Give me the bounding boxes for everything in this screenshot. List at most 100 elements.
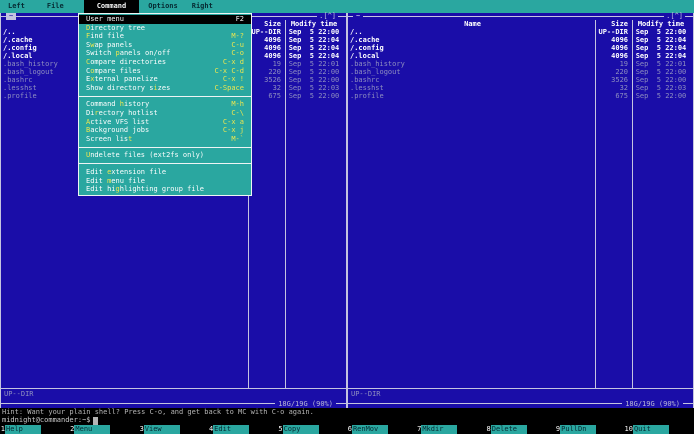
file-row-cache[interactable]: /.cache 4096 Sep 5 22:04: [348, 36, 693, 44]
name-column-header[interactable]: Name: [348, 20, 595, 28]
menu-item-compare-directories[interactable]: Compare directories C-x d: [79, 58, 251, 67]
menu-item-compare-files[interactable]: Co mpare files C-x C-d: [79, 67, 251, 76]
fkey-label: Mkdir: [421, 425, 458, 434]
mtime-column-header[interactable]: Modify time: [285, 20, 343, 28]
panel-history-button[interactable]: .[^]: [317, 13, 338, 20]
fkey-copy[interactable]: 5 Copy: [278, 425, 347, 434]
right-panel: ~ .[^] Name Size Modify time /.. UP--DIR Sep 5 …: [347, 13, 694, 408]
menu-item-edit-menu-file[interactable]: Edit m enu file: [79, 177, 251, 186]
menu-item-switch-panels-on-off[interactable]: Switch p anels on/off C-o: [79, 49, 251, 58]
file-mtime: Sep 5 22:00: [635, 76, 687, 84]
menu-item-shortcut: M-`: [231, 134, 244, 143]
fkey-quit[interactable]: 10 Quit: [625, 425, 694, 434]
mtime-column-header[interactable]: Modify time: [632, 20, 690, 28]
file-row-bashrc[interactable]: .bashrc 3526 Sep 5 22:00: [348, 76, 693, 84]
menu-item-external-panelize[interactable]: Ex ternal panelize C-x !: [79, 75, 251, 84]
menubar-item-command[interactable]: Command: [83, 0, 140, 13]
mini-status: UP--DIR: [351, 390, 381, 398]
menu-item-shortcut: C-o: [231, 49, 244, 58]
file-size: UP--DIR: [598, 28, 628, 36]
fkey-view[interactable]: 3 View: [139, 425, 208, 434]
menubar-item-right[interactable]: Right: [192, 0, 213, 13]
panel-bottom-frame: 18G/19G (90%): [1, 400, 346, 408]
fkey-edit[interactable]: 4 Edit: [208, 425, 277, 434]
menu-item-user-menu[interactable]: User menu F2: [79, 15, 251, 24]
file-mtime: Sep 5 22:00: [635, 68, 687, 76]
size-column-header[interactable]: Size: [248, 20, 285, 28]
fkey-label: View: [143, 425, 180, 434]
panel-history-button[interactable]: .[^]: [664, 13, 685, 20]
fkey-renmov[interactable]: 6 RenMov: [347, 425, 416, 434]
file-size: 220: [615, 68, 628, 76]
file-mtime: Sep 5 22:04: [288, 44, 340, 52]
command-menu-dropdown: User menu F2 Directory tree Find file M-? Sw a…: [78, 13, 252, 196]
file-name: /.config: [350, 44, 384, 52]
column-separator: [285, 20, 286, 388]
file-row-profile[interactable]: .profile 675 Sep 5 22:00: [348, 92, 693, 100]
menu-item-swap-panels[interactable]: Sw ap panels C-u: [79, 41, 251, 50]
mini-status: UP--DIR: [4, 390, 34, 398]
file-mtime: Sep 5 22:04: [635, 44, 687, 52]
file-size: 32: [272, 84, 281, 92]
fkey-delete[interactable]: 8 Delete: [486, 425, 555, 434]
file-size: 220: [268, 68, 281, 76]
mc-screen: LeftFileCommandOptionsRight ~.[^]NameSiz…: [0, 0, 694, 434]
menubar-item-file[interactable]: File: [47, 0, 64, 13]
menubar-item-options[interactable]: Options: [148, 0, 178, 13]
file-mtime: Sep 5 22:03: [288, 84, 340, 92]
fkey-mkdir[interactable]: 7 Mkdir: [416, 425, 485, 434]
menu-item-shortcut: M-?: [231, 32, 244, 41]
file-name: /..: [350, 28, 363, 36]
menu-item-edit-highlighting-group-file[interactable]: Edit hi g hlighting group file: [79, 185, 251, 194]
menu-item-find-file[interactable]: Find file M-?: [79, 32, 251, 41]
file-name: /.local: [350, 52, 380, 60]
fkey-label: Copy: [282, 425, 319, 434]
file-size: 4096: [611, 36, 628, 44]
file-row-config[interactable]: /.config 4096 Sep 5 22:04: [348, 44, 693, 52]
menu-item-command-history[interactable]: Command h istory M-h: [79, 100, 251, 109]
file-mtime: Sep 5 22:04: [288, 52, 340, 60]
menu-bar: Left File Command Options Right: [0, 0, 694, 13]
file-mtime: Sep 5 22:03: [635, 84, 687, 92]
file-row-[interactable]: /.. UP--DIR Sep 5 22:00: [348, 28, 693, 36]
file-size: 19: [619, 60, 628, 68]
menu-item-shortcut: F2: [235, 15, 244, 23]
file-mtime: Sep 5 22:01: [288, 60, 340, 68]
fkey-pulldn[interactable]: 9 PullDn: [555, 425, 624, 434]
menu-item-shortcut: C-\: [231, 108, 244, 117]
panel-path: ~: [353, 13, 364, 20]
menu-item-directory-hotlist[interactable]: Di r ectory hotlist C-\: [79, 109, 251, 118]
fkey-label: PullDn: [560, 425, 597, 434]
file-row-lesshst[interactable]: .lesshst 32 Sep 5 22:03: [348, 84, 693, 92]
menu-item-edit-extension-file[interactable]: Edit e xtension file: [79, 168, 251, 177]
file-name: .bash_logout: [350, 68, 401, 76]
file-name: .bash_history: [350, 60, 405, 68]
size-column-header[interactable]: Size: [595, 20, 632, 28]
fkey-label: Delete: [490, 425, 527, 434]
menu-item-show-directory-sizes[interactable]: Show directory s i zes C-Space: [79, 84, 251, 93]
menu-item-shortcut: C-x !: [222, 75, 244, 84]
menu-item-shortcut: C-Space: [214, 83, 244, 92]
file-size: 675: [268, 92, 281, 100]
menu-item-directory-tree[interactable]: Directory tree: [79, 24, 251, 33]
menu-item-background-jobs[interactable]: Background jobs C-x j: [79, 126, 251, 135]
disk-usage-label: 18G/19G (90%): [622, 400, 683, 408]
file-row-bash-history[interactable]: .bash_history 19 Sep 5 22:01: [348, 60, 693, 68]
file-size: 32: [619, 84, 628, 92]
panel-path: ~: [6, 13, 17, 20]
fkey-menu[interactable]: 2 Menu: [69, 425, 138, 434]
fkey-label: Help: [5, 425, 41, 434]
file-row-bash-logout[interactable]: .bash_logout 220 Sep 5 22:00: [348, 68, 693, 76]
file-mtime: Sep 5 22:01: [635, 60, 687, 68]
menu-item-screen-list[interactable]: Screen lis t M-`: [79, 135, 251, 144]
menu-item-undelete-files-ext2fs-only[interactable]: Undelete files (ext2fs only): [79, 151, 251, 160]
menu-item-shortcut: C-x j: [222, 126, 244, 135]
menu-item-active-vfs-list[interactable]: Active VFS list C-x a: [79, 118, 251, 127]
command-line[interactable]: midnight@commander:~$: [2, 416, 98, 425]
file-size: 19: [272, 60, 281, 68]
fkey-help[interactable]: 1 Help: [0, 425, 69, 434]
file-size: UP--DIR: [251, 28, 281, 36]
menu-item-shortcut: C-x a: [222, 117, 244, 126]
menu-separator: [79, 163, 251, 165]
file-row-local[interactable]: /.local 4096 Sep 5 22:04: [348, 52, 693, 60]
